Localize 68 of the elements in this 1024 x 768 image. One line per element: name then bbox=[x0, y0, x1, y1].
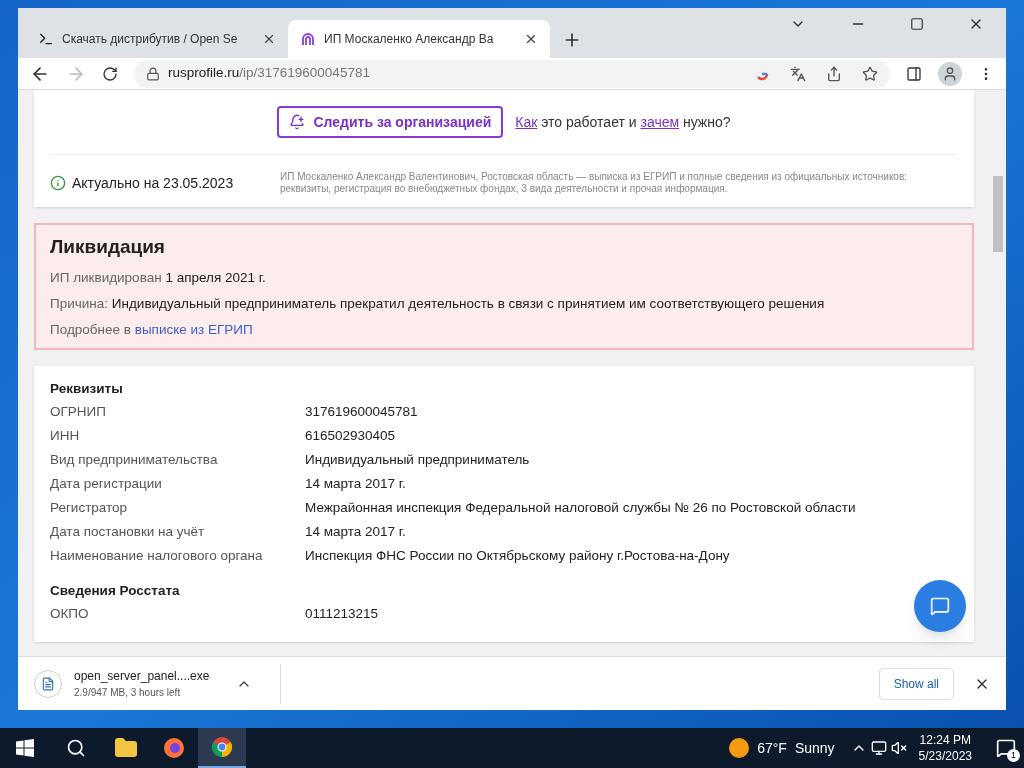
reason-text: Причина: Индивидуальный предприниматель прекратил деятельность в связи с принятием им соответствующего решения bbox=[50, 294, 826, 313]
tab-title: ИП Москаленко Александр Ва bbox=[324, 31, 494, 48]
bell-icon bbox=[289, 114, 306, 130]
field-label: Регистратор bbox=[50, 499, 129, 518]
field-value: 14 марта 2017 г. bbox=[305, 475, 406, 494]
field-value: Инспекция ФНС России по Октябрьскому району г.Ростова-на-Дону bbox=[305, 547, 730, 566]
url-text: rusprofile.ru/ip/317619600045781 bbox=[168, 64, 371, 83]
field-label: Вид предпринимательства bbox=[50, 451, 219, 470]
liquidation-title: Ликвидация bbox=[50, 235, 166, 259]
field-value: Индивидуальный предприниматель bbox=[305, 451, 530, 470]
field-label: Дата постановки на учёт bbox=[50, 523, 206, 542]
chrome-icon bbox=[210, 735, 234, 759]
notification-count: 1 bbox=[1007, 749, 1020, 762]
actual-date: Актуально на 23.05.2023 bbox=[72, 173, 234, 193]
weather-temperature[interactable]: 67°F bbox=[757, 737, 787, 759]
field-value: 616502930405 bbox=[305, 427, 396, 446]
folder-icon[interactable] bbox=[114, 736, 138, 760]
field-label: ОКПО bbox=[50, 605, 90, 624]
field-value: 0111213215 bbox=[305, 605, 379, 624]
browser-tab[interactable]: Скачать дистрибутив / Open Se bbox=[26, 20, 288, 58]
status-text: ИП ликвидирован 1 апреля 2021 г. bbox=[50, 268, 267, 287]
follow-button[interactable]: Следить за организацией bbox=[277, 106, 504, 138]
browser-tab[interactable]: ИП Москаленко Александр Ва bbox=[288, 20, 550, 58]
help-link[interactable]: зачем bbox=[640, 113, 680, 130]
field-label: ИНН bbox=[50, 427, 81, 446]
weather-condition[interactable]: Sunny bbox=[794, 737, 835, 759]
download-filename[interactable]: open_server_panel....exe bbox=[74, 667, 224, 685]
share-icon[interactable] bbox=[826, 65, 842, 82]
help-text: Как это работает и зачем нужно? bbox=[515, 112, 731, 132]
side-panel-icon[interactable] bbox=[906, 65, 922, 82]
bookmark-icon[interactable] bbox=[862, 65, 878, 82]
lock-icon bbox=[146, 66, 160, 81]
section-title: Сведения Росстата bbox=[50, 582, 181, 601]
arch-icon bbox=[300, 31, 316, 47]
field-label: Наименование налогового органа bbox=[50, 547, 264, 566]
field-value: 14 марта 2017 г. bbox=[305, 523, 406, 542]
close-icon[interactable] bbox=[262, 32, 276, 46]
more-text: Подробнее в выписке из ЕГРИП bbox=[50, 321, 254, 339]
tab-title: Скачать дистрибутив / Open Se bbox=[62, 31, 238, 48]
field-label: ОГРНИП bbox=[50, 403, 107, 422]
show-all-button[interactable]: Show all bbox=[878, 667, 954, 700]
sun-icon bbox=[729, 738, 750, 758]
field-value: 317619600045781 bbox=[305, 403, 418, 422]
scrollbar[interactable] bbox=[990, 90, 1006, 656]
volume-muted-icon[interactable] bbox=[890, 740, 907, 756]
terminal-icon bbox=[38, 31, 54, 47]
address-bar[interactable]: rusprofile.ru/ip/317619600045781 bbox=[134, 59, 890, 88]
windows-icon[interactable] bbox=[16, 739, 34, 757]
extract-link[interactable]: выписке из ЕГРИП bbox=[134, 322, 253, 337]
profile-icon[interactable] bbox=[938, 61, 962, 86]
search-icon[interactable] bbox=[66, 738, 86, 758]
clock-time[interactable]: 12:24 PM bbox=[919, 732, 971, 748]
notification-button[interactable]: 1 bbox=[988, 728, 1024, 768]
network-icon[interactable] bbox=[870, 740, 887, 756]
chat-icon bbox=[930, 596, 950, 616]
info-icon bbox=[50, 175, 66, 191]
translate-icon[interactable] bbox=[790, 65, 806, 82]
maximize-icon[interactable] bbox=[910, 17, 924, 31]
field-value: Межрайонная инспекция Федеральной налоговой службы № 26 по Ростовской области bbox=[305, 499, 856, 518]
close-icon[interactable] bbox=[524, 32, 538, 46]
help-link[interactable]: Как bbox=[515, 113, 538, 130]
clock-date[interactable]: 5/23/2023 bbox=[918, 748, 972, 764]
chrome-taskbar-button[interactable] bbox=[198, 728, 246, 768]
summary-text: ИП Москаленко Александр Валентинович, Ростовская область — выписка из ЕГРИП и полные сведения из официальных источников: реквизиты, регистрация во внебюджетных фондах, 3 вида деятельности и прочая информация. bbox=[280, 171, 909, 195]
section-title: Реквизиты bbox=[50, 380, 124, 399]
reload-icon[interactable] bbox=[102, 65, 118, 82]
download-status: 2.9/947 MB, 3 hours left bbox=[74, 686, 182, 700]
field-label: Дата регистрации bbox=[50, 475, 163, 494]
